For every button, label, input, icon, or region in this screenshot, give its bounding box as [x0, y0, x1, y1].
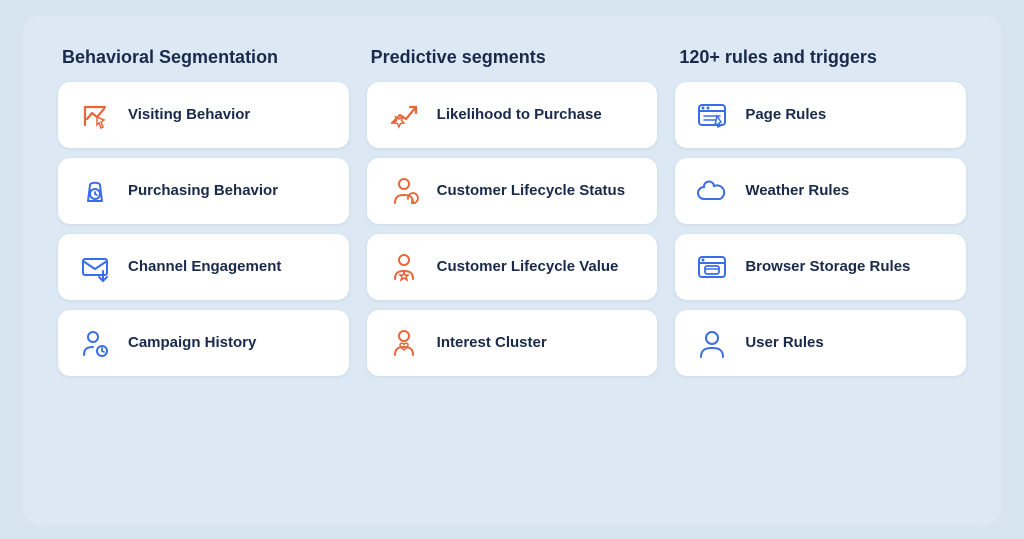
purchasing-behavior-label: Purchasing Behavior — [128, 182, 278, 199]
card-lifecycle-status[interactable]: Customer Lifecycle Status — [367, 158, 658, 224]
column-predictive: Predictive segments Likelihood to Purcha… — [367, 47, 658, 376]
card-campaign-history[interactable]: Campaign History — [58, 310, 349, 376]
column-rules: 120+ rules and triggers — [675, 47, 966, 376]
channel-engagement-icon — [76, 248, 114, 286]
user-rules-label: User Rules — [745, 334, 823, 351]
col1-header: Behavioral Segmentation — [58, 47, 349, 68]
lifecycle-value-label: Customer Lifecycle Value — [437, 258, 619, 275]
user-rules-icon — [693, 324, 731, 362]
column-behavioral: Behavioral Segmentation Visiting Behavio… — [58, 47, 349, 376]
weather-rules-label: Weather Rules — [745, 182, 849, 199]
lifecycle-value-icon — [385, 248, 423, 286]
card-lifecycle-value[interactable]: Customer Lifecycle Value — [367, 234, 658, 300]
card-weather-rules[interactable]: Weather Rules — [675, 158, 966, 224]
likelihood-purchase-label: Likelihood to Purchase — [437, 106, 602, 123]
card-purchasing-behavior[interactable]: Purchasing Behavior — [58, 158, 349, 224]
lifecycle-status-label: Customer Lifecycle Status — [437, 182, 625, 199]
campaign-history-label: Campaign History — [128, 334, 256, 351]
weather-rules-icon — [693, 172, 731, 210]
col2-cards: Likelihood to Purchase Customer L — [367, 82, 658, 376]
card-page-rules[interactable]: Page Rules — [675, 82, 966, 148]
browser-storage-label: Browser Storage Rules — [745, 258, 910, 275]
likelihood-purchase-icon — [385, 96, 423, 134]
card-likelihood-purchase[interactable]: Likelihood to Purchase — [367, 82, 658, 148]
browser-storage-icon — [693, 248, 731, 286]
page-rules-label: Page Rules — [745, 106, 826, 123]
content-grid: Behavioral Segmentation Visiting Behavio… — [58, 47, 966, 376]
card-channel-engagement[interactable]: Channel Engagement — [58, 234, 349, 300]
col2-header: Predictive segments — [367, 47, 658, 68]
visiting-behavior-label: Visiting Behavior — [128, 106, 250, 123]
channel-engagement-label: Channel Engagement — [128, 258, 281, 275]
interest-cluster-label: Interest Cluster — [437, 334, 547, 351]
col3-header: 120+ rules and triggers — [675, 47, 966, 68]
main-container: Behavioral Segmentation Visiting Behavio… — [22, 15, 1002, 525]
page-rules-icon — [693, 96, 731, 134]
lifecycle-status-icon — [385, 172, 423, 210]
col1-cards: Visiting Behavior Purchasing Behavior — [58, 82, 349, 376]
purchasing-behavior-icon — [76, 172, 114, 210]
col3-cards: Page Rules Weather Rules — [675, 82, 966, 376]
card-interest-cluster[interactable]: Interest Cluster — [367, 310, 658, 376]
card-visiting-behavior[interactable]: Visiting Behavior — [58, 82, 349, 148]
visiting-behavior-icon — [76, 96, 114, 134]
interest-cluster-icon — [385, 324, 423, 362]
card-user-rules[interactable]: User Rules — [675, 310, 966, 376]
card-browser-storage[interactable]: Browser Storage Rules — [675, 234, 966, 300]
campaign-history-icon — [76, 324, 114, 362]
